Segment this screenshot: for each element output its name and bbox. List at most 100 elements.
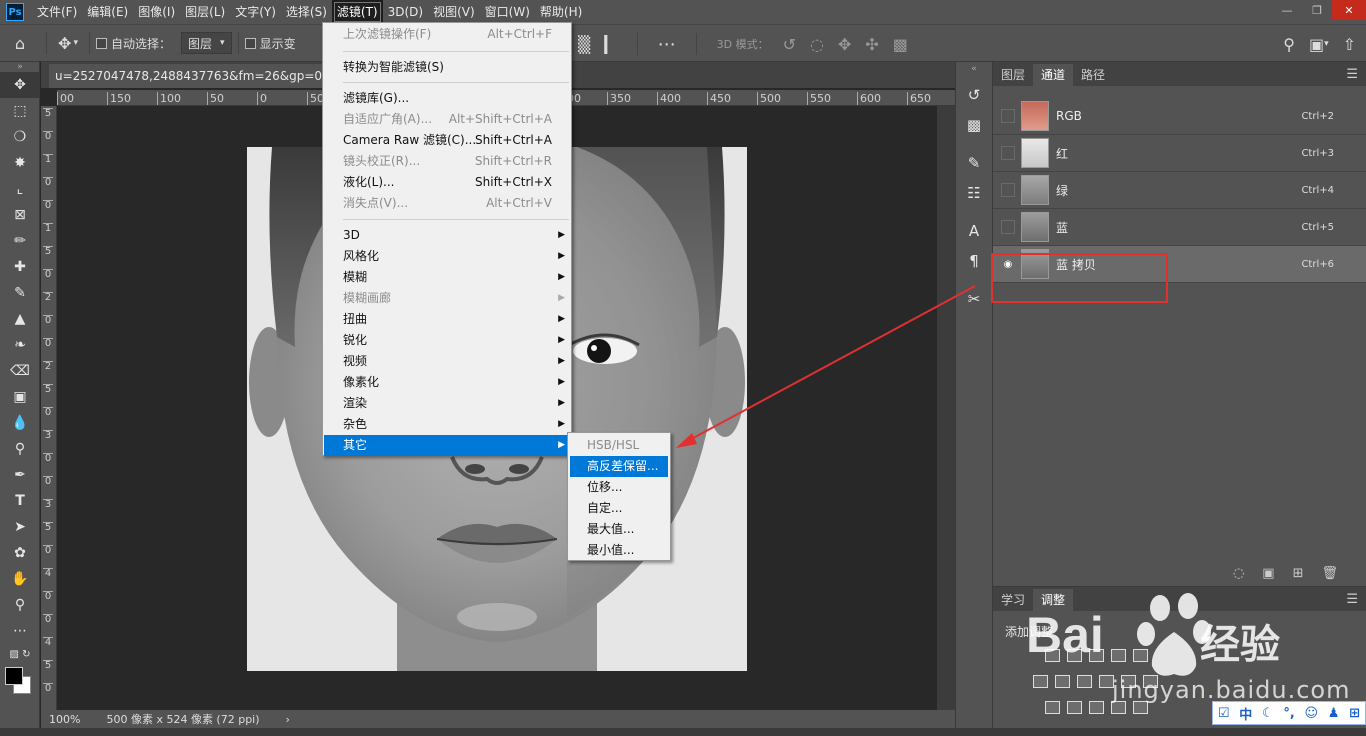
properties-panel-icon[interactable]: ☷ [956, 178, 992, 208]
3d-panel-icon[interactable]: ▩ [956, 110, 992, 140]
character-panel-icon[interactable]: A [956, 216, 992, 246]
hue-saturation-icon[interactable] [1033, 675, 1048, 688]
ime-settings-icon[interactable]: ☑ [1218, 706, 1230, 721]
workspace-icon[interactable]: ▣ ▾ [1309, 35, 1329, 54]
black-white-icon[interactable] [1077, 675, 1092, 688]
restore-icon[interactable]: ❐ [1302, 0, 1332, 20]
3d-orbit-icon[interactable]: ↺ [783, 35, 796, 54]
quick-select-icon[interactable]: ✸ [0, 150, 40, 176]
filter-menu-item[interactable]: 转换为智能滤镜(S) [324, 57, 570, 78]
history-panel-icon[interactable]: ↺ [956, 80, 992, 110]
filter-menu-item[interactable]: 像素化 ▶ [324, 372, 570, 393]
filter-menu-item[interactable]: 杂色 ▶ [324, 414, 570, 435]
filter-menu-item[interactable]: 镜头校正(R)... Shift+Ctrl+R [324, 151, 570, 172]
menu-help[interactable]: 帮助(H) [535, 0, 587, 24]
threshold-icon[interactable] [1089, 701, 1104, 714]
tool-presets-icon[interactable]: ✂ [956, 284, 992, 314]
auto-select-checkbox[interactable] [96, 37, 107, 49]
filter-menu-item[interactable]: 模糊画廊 ▶ [324, 288, 570, 309]
frame-tool-icon[interactable]: ⊠ [0, 202, 40, 228]
zoom-level[interactable]: 100% [49, 713, 80, 726]
stamp-tool-icon[interactable]: ▲ [0, 306, 40, 332]
menu-image[interactable]: 图像(I) [133, 0, 180, 24]
filter-menu-item[interactable]: 模糊 ▶ [324, 267, 570, 288]
menu-window[interactable]: 窗口(W) [480, 0, 535, 24]
filter-menu-item[interactable]: 渲染 ▶ [324, 393, 570, 414]
pen-tool-icon[interactable]: ✒ [0, 462, 40, 488]
3d-camera-icon[interactable]: ▩ [893, 35, 908, 54]
filter-menu-item[interactable]: 风格化 ▶ [324, 246, 570, 267]
ime-language[interactable]: 中 [1239, 704, 1252, 723]
save-selection-icon[interactable]: ▣ [1262, 566, 1274, 581]
eraser-icon[interactable]: ⌫ [0, 358, 40, 384]
show-transform-checkbox[interactable] [244, 37, 256, 49]
3d-slide-icon[interactable]: ✣ [865, 35, 878, 54]
menu-file[interactable]: 文件(F) [32, 0, 82, 24]
invert-icon[interactable] [1045, 701, 1060, 714]
submenu-item[interactable]: 高反差保留... [570, 456, 668, 477]
visibility-toggle[interactable] [1001, 220, 1015, 234]
document-tab[interactable]: u=2527047478,2488437763&fm=26&gp=0.jpg @ [49, 64, 349, 88]
channel-row-blue-copy[interactable]: ◉ 蓝 拷贝 Ctrl+6 [993, 246, 1366, 283]
align-bottom-icon[interactable]: ▒ [578, 35, 590, 54]
collapse-icon[interactable]: « [956, 62, 992, 76]
user-icon[interactable]: ♟ [1328, 706, 1340, 721]
submenu-item[interactable]: 最小值... [570, 540, 668, 561]
menu-3d[interactable]: 3D(D) [383, 0, 428, 24]
filter-menu-item[interactable]: 上次滤镜操作(F) Alt+Ctrl+F [324, 24, 570, 45]
more-tools-icon[interactable]: ⋯ [0, 618, 40, 644]
eye-icon[interactable]: ◉ [1001, 257, 1015, 271]
new-channel-icon[interactable]: ⊞ [1293, 566, 1304, 581]
tab-channels[interactable]: 通道 [1033, 64, 1074, 86]
shape-tool-icon[interactable]: ✿ [0, 540, 40, 566]
load-selection-icon[interactable]: ◌ [1233, 566, 1244, 581]
foreground-color-swatch[interactable] [5, 667, 23, 685]
color-swatches[interactable] [0, 664, 40, 698]
filter-menu-item[interactable]: 液化(L)... Shift+Ctrl+X [324, 172, 570, 193]
type-tool-icon[interactable]: T [0, 488, 40, 514]
panel-menu-icon[interactable]: ☰ [1338, 64, 1366, 86]
moon-icon[interactable]: ☾ [1262, 706, 1274, 721]
tab-paths[interactable]: 路径 [1073, 64, 1113, 86]
menu-select[interactable]: 选择(S) [281, 0, 332, 24]
filter-menu-item[interactable]: 锐化 ▶ [324, 330, 570, 351]
3d-roll-icon[interactable]: ◌ [810, 35, 824, 54]
share-icon[interactable]: ⇧ [1343, 35, 1356, 54]
layer-dropdown[interactable]: 图层 ▾ [181, 32, 232, 54]
hand-tool-icon[interactable]: ✋ [0, 566, 40, 592]
filter-menu-item[interactable]: 自适应广角(A)... Alt+Shift+Ctrl+A [324, 109, 570, 130]
healing-brush-icon[interactable]: ✚ [0, 254, 40, 280]
posterize-icon[interactable] [1067, 701, 1082, 714]
home-icon[interactable]: ⌂ [0, 34, 40, 53]
brush-tool-icon[interactable]: ✎ [0, 280, 40, 306]
emoji-icon[interactable]: ☺ [1305, 706, 1319, 721]
paragraph-panel-icon[interactable]: ¶ [956, 246, 992, 276]
menu-edit[interactable]: 编辑(E) [82, 0, 133, 24]
color-balance-icon[interactable] [1055, 675, 1070, 688]
move-tool-icon[interactable]: ✥ ▾ [53, 34, 83, 53]
filter-menu-item[interactable]: 3D ▶ [324, 225, 570, 246]
grid-icon[interactable]: ⊞ [1349, 706, 1360, 721]
collapse-icon[interactable]: » [0, 62, 40, 72]
marquee-tool-icon[interactable]: ⬚ [0, 98, 40, 124]
submenu-item[interactable]: 最大值... [570, 519, 668, 540]
filter-menu-item[interactable]: Camera Raw 滤镜(C)... Shift+Ctrl+A [324, 130, 570, 151]
tab-layers[interactable]: 图层 [993, 64, 1033, 86]
menu-type[interactable]: 文字(Y) [230, 0, 281, 24]
history-brush-icon[interactable]: ❧ [0, 332, 40, 358]
path-select-icon[interactable]: ➤ [0, 514, 40, 540]
menu-view[interactable]: 视图(V) [428, 0, 480, 24]
menu-filter[interactable]: 滤镜(T) [331, 0, 383, 24]
more-options-icon[interactable]: ⋯ [658, 34, 676, 55]
visibility-toggle[interactable] [1001, 109, 1015, 123]
move-tool-icon[interactable]: ✥ [0, 72, 40, 98]
channel-row-rgb[interactable]: RGB Ctrl+2 [993, 98, 1366, 135]
close-icon[interactable]: ✕ [1332, 0, 1366, 20]
vertical-scrollbar[interactable] [937, 106, 955, 710]
channel-row-green[interactable]: 绿 Ctrl+4 [993, 172, 1366, 209]
crop-tool-icon[interactable]: ⌞ [0, 176, 40, 202]
channel-row-red[interactable]: 红 Ctrl+3 [993, 135, 1366, 172]
vibrance-icon[interactable] [1133, 649, 1148, 662]
submenu-item[interactable]: HSB/HSL [570, 435, 668, 456]
visibility-toggle[interactable] [1001, 146, 1015, 160]
